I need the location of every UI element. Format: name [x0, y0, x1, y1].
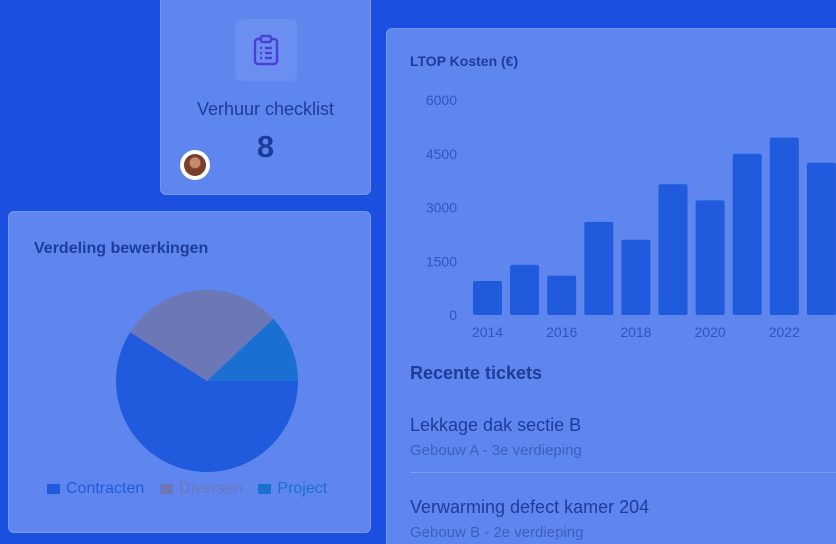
x-tick-label: 2022 [769, 324, 800, 340]
legend-label: Contracten [66, 480, 145, 497]
legend-item-contracten[interactable]: Contracten [47, 480, 144, 498]
avatar[interactable] [180, 150, 210, 180]
bar-2021[interactable] [732, 153, 762, 315]
pie-legend: Contracten Diversen Project [47, 480, 327, 498]
checklist-title: Verhuur checklist [196, 99, 335, 119]
bar-2015[interactable] [510, 264, 540, 315]
avatar-photo [184, 154, 206, 176]
bar-chart-title: LTOP Kosten (€) [410, 53, 519, 69]
bar-2017[interactable] [584, 221, 614, 315]
legend-swatch [47, 484, 60, 494]
y-tick-label: 6000 [426, 92, 457, 108]
tickets-title: Recente tickets [410, 363, 543, 383]
bar-2018[interactable] [621, 239, 651, 315]
legend-swatch [258, 484, 272, 494]
ticket-subtitle: Gebouw B - 2e verdieping [410, 524, 584, 541]
bar-2020[interactable] [695, 200, 725, 315]
checklist-card[interactable]: Verhuur checklist 8 [160, 0, 371, 195]
distribution-card: Verdeling bewerkingen Contracten Diverse… [8, 211, 371, 533]
legend-label: Project [277, 480, 328, 497]
y-tick-label: 3000 [426, 200, 457, 216]
y-tick-label: 1500 [426, 253, 457, 269]
bar-2019[interactable] [658, 184, 688, 315]
bar-2014[interactable] [473, 280, 502, 315]
bar-2016[interactable] [547, 275, 577, 315]
ticket-divider [410, 472, 836, 473]
legend-swatch [160, 484, 174, 494]
pie-chart-title: Verdeling bewerkingen [34, 240, 209, 257]
ticket-item[interactable]: Verwarming defect kamer 204 Gebouw B - 2… [410, 497, 649, 541]
clipboard-icon [253, 34, 279, 66]
bar-2023[interactable] [806, 162, 836, 315]
legend-label: Diversen [179, 480, 243, 497]
dashboard: Verhuur checklist 8 Verdeling bewerkinge… [0, 0, 836, 544]
x-tick-label: 2014 [472, 324, 503, 340]
ticket-subtitle: Gebouw A - 3e verdieping [410, 442, 582, 459]
ticket-title: Lekkage dak sectie B [410, 415, 582, 435]
x-tick-label: 2018 [620, 324, 651, 340]
x-tick-label: 2016 [546, 324, 577, 340]
bar-chart: 0 1500 3000 4500 6000 2014 2016 2018 2020 2022 [426, 92, 836, 340]
legend-item-project[interactable]: Project [258, 480, 327, 498]
legend-item-diversen[interactable]: Diversen [160, 480, 242, 498]
ticket-title: Verwarming defect kamer 204 [410, 497, 650, 517]
pie-chart [115, 290, 298, 472]
y-tick-label: 0 [449, 307, 457, 323]
y-tick-label: 4500 [426, 146, 457, 162]
x-tick-label: 2020 [695, 324, 726, 340]
ticket-item[interactable]: Lekkage dak sectie B Gebouw A - 3e verdi… [410, 415, 582, 459]
bar-2022[interactable] [769, 137, 799, 315]
checklist-icon-tile [235, 19, 297, 81]
costs-tickets-card: LTOP Kosten (€) 0 1500 3000 4500 6000 2014 201… [386, 28, 836, 544]
